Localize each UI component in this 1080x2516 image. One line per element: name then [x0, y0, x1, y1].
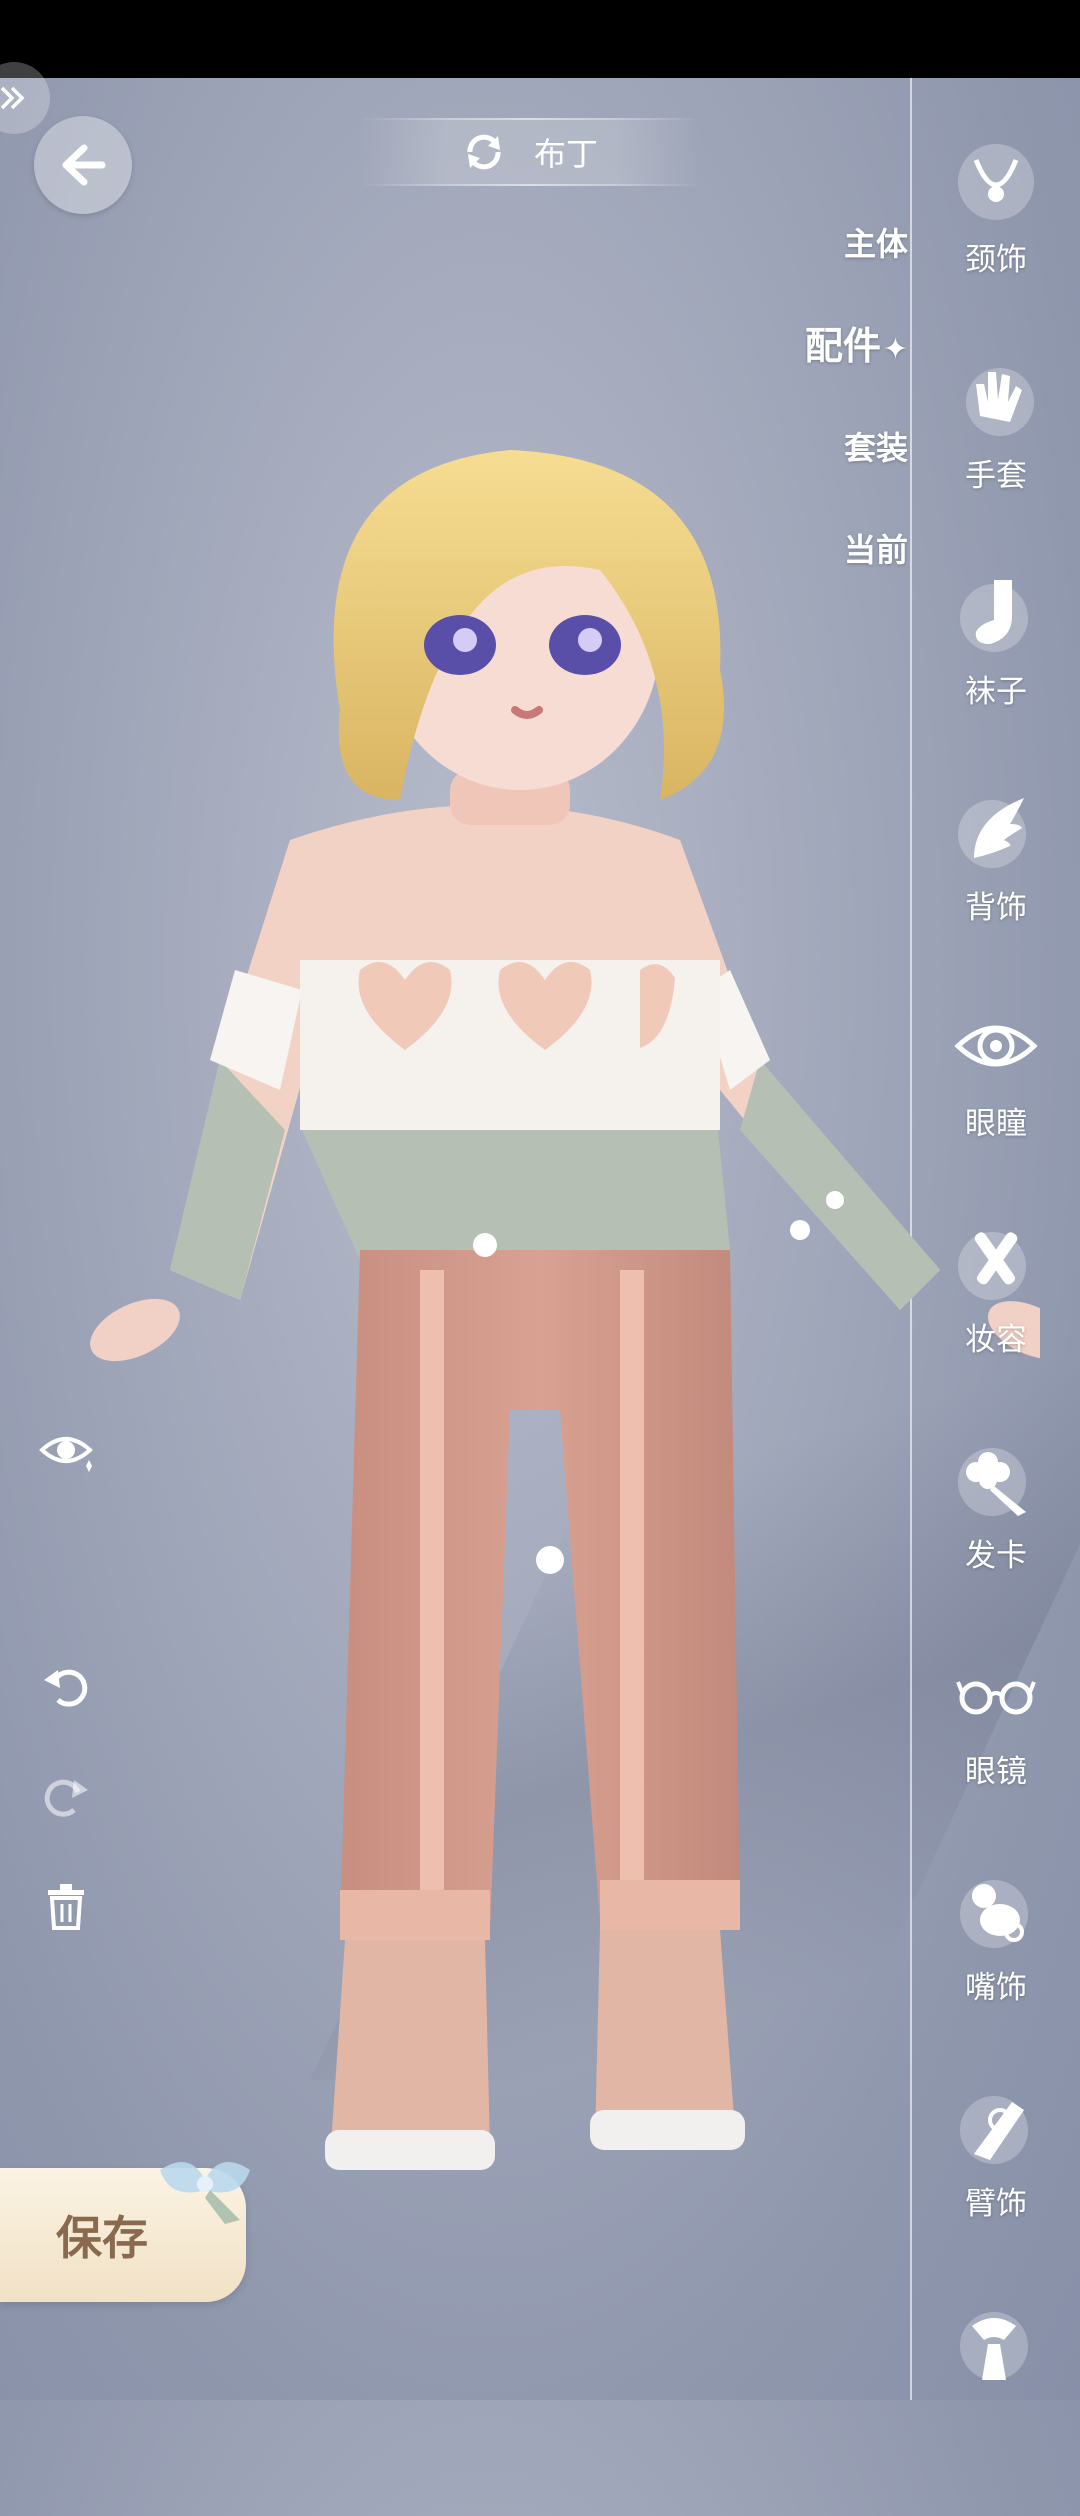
character-name-bar[interactable]: 布丁	[360, 118, 700, 186]
necklace-icon	[954, 140, 1038, 224]
back-arrow-icon	[62, 144, 106, 186]
sock-icon	[954, 572, 1038, 656]
back-button[interactable]	[34, 116, 132, 214]
category-necklace[interactable]: 颈饰	[930, 140, 1062, 356]
category-makeup[interactable]: 妆容	[930, 1220, 1062, 1436]
hat-icon	[954, 2300, 1038, 2384]
eye-icon	[954, 1004, 1038, 1088]
accessory-category-list: 颈饰 手套 袜子 背饰 眼瞳 妆容 发卡 眼镜 嘴饰 臂饰	[930, 140, 1062, 2516]
tab-main[interactable]: 主体	[805, 220, 908, 322]
undo-button[interactable]	[36, 1656, 96, 1716]
pacifier-icon	[954, 1868, 1038, 1952]
character-model	[90, 450, 1040, 2170]
category-hairclip[interactable]: 发卡	[930, 1436, 1062, 1652]
glove-icon	[954, 356, 1038, 440]
trash-icon	[48, 1884, 84, 1930]
glasses-icon	[954, 1652, 1038, 1736]
category-socks[interactable]: 袜子	[930, 572, 1062, 788]
eye-visibility-icon	[39, 1437, 93, 1472]
category-mouth-ornament[interactable]: 嘴饰	[930, 1868, 1062, 2084]
undo-icon	[44, 1669, 88, 1707]
redo-button[interactable]	[36, 1766, 96, 1826]
hairclip-icon	[954, 1436, 1038, 1520]
delete-button[interactable]	[36, 1876, 96, 1936]
arm-ornament-icon	[954, 2084, 1038, 2168]
character-name: 布丁	[533, 135, 598, 173]
makeup-brush-icon	[954, 1220, 1038, 1304]
redo-icon	[44, 1779, 88, 1817]
category-gloves[interactable]: 手套	[930, 356, 1062, 572]
save-label: 保存	[56, 2211, 148, 2265]
bow-decoration-icon	[160, 2162, 250, 2224]
category-back-ornament[interactable]: 背饰	[930, 788, 1062, 1004]
category-arm-ornament[interactable]: 臂饰	[930, 2084, 1062, 2300]
switch-icon[interactable]	[462, 130, 506, 174]
category-next[interactable]	[930, 2300, 1062, 2516]
sparkle-icon: ✦	[882, 332, 908, 367]
category-eyes[interactable]: 眼瞳	[930, 1004, 1062, 1220]
wing-icon	[954, 788, 1038, 872]
category-glasses[interactable]: 眼镜	[930, 1652, 1062, 1868]
status-bar	[0, 0, 1080, 78]
visibility-toggle-button[interactable]	[36, 1420, 96, 1480]
